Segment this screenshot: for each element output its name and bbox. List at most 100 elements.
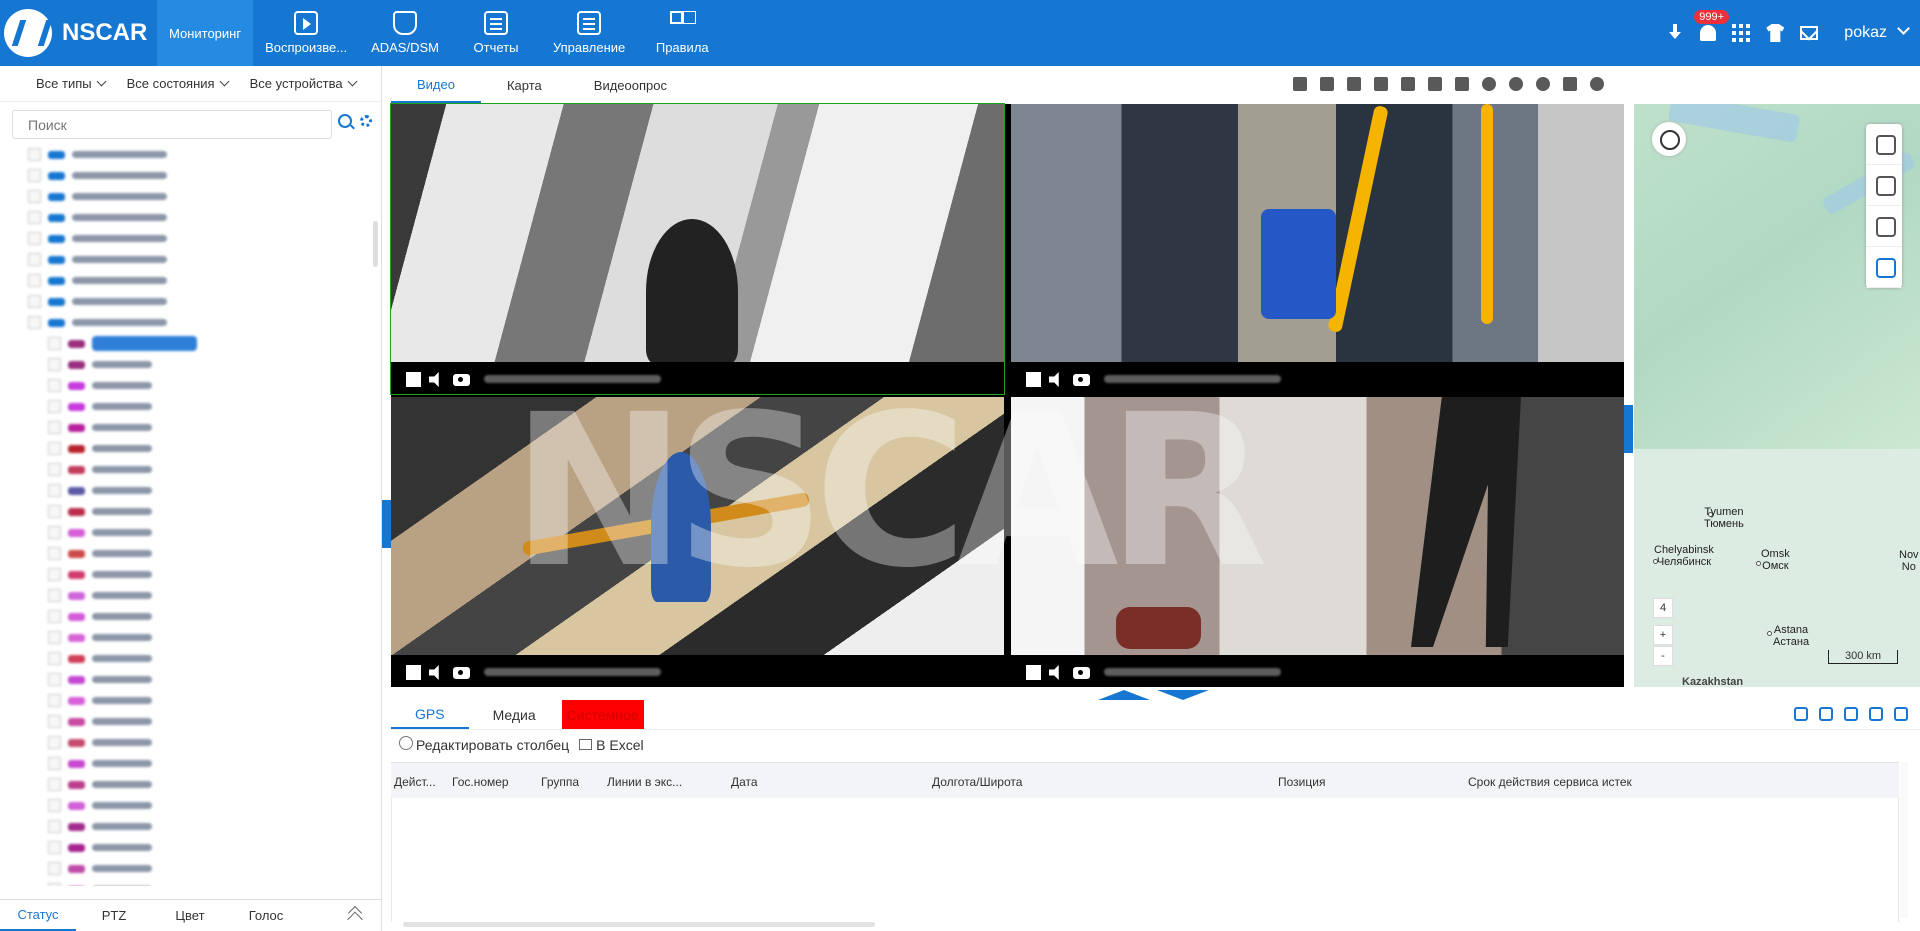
layout-16-icon[interactable]: [1428, 77, 1442, 91]
tree-group-row[interactable]: [0, 165, 370, 186]
checkbox[interactable]: [48, 883, 61, 886]
checkbox[interactable]: [48, 526, 61, 539]
tab-media[interactable]: Медиа: [469, 700, 560, 729]
checkbox[interactable]: [48, 505, 61, 518]
layout-6-icon[interactable]: [1347, 77, 1361, 91]
column-position[interactable]: Позиция: [1278, 775, 1325, 789]
checkbox[interactable]: [48, 673, 61, 686]
stop-icon[interactable]: [406, 372, 421, 387]
download-icon[interactable]: [1666, 24, 1684, 42]
tree-group-row[interactable]: [0, 144, 370, 165]
layout-4-icon[interactable]: [1320, 77, 1334, 91]
route-action-icon[interactable]: [1844, 707, 1858, 721]
device-filter[interactable]: Все устройства: [250, 76, 358, 91]
left-panel-collapse-handle[interactable]: [382, 500, 391, 548]
checkbox[interactable]: [28, 169, 41, 182]
tree-vehicle-row[interactable]: [0, 711, 370, 732]
tree-vehicle-row[interactable]: [0, 417, 370, 438]
3d-map-tool-icon[interactable]: [1866, 206, 1902, 247]
nav-monitoring[interactable]: Мониторинг: [157, 0, 1817, 130]
settings-action-icon[interactable]: [1869, 707, 1883, 721]
checkbox[interactable]: [28, 253, 41, 266]
apps-grid-icon[interactable]: [1732, 24, 1751, 42]
vehicle-tree[interactable]: [0, 144, 370, 886]
stream-icon[interactable]: [1482, 77, 1496, 91]
column-date[interactable]: Дата: [731, 775, 758, 789]
map-zoom-out-button[interactable]: -: [1653, 646, 1673, 666]
checkbox[interactable]: [48, 484, 61, 497]
checkbox[interactable]: [28, 295, 41, 308]
tree-vehicle-row[interactable]: [0, 774, 370, 795]
tree-vehicle-row[interactable]: [0, 879, 370, 886]
tree-scrollbar[interactable]: [373, 221, 378, 267]
tree-vehicle-row[interactable]: [0, 648, 370, 669]
checkbox[interactable]: [28, 190, 41, 203]
tree-vehicle-row[interactable]: [0, 501, 370, 522]
stop-icon[interactable]: [406, 665, 421, 680]
fullscreen-icon[interactable]: [1563, 77, 1577, 91]
tree-vehicle-row[interactable]: [0, 606, 370, 627]
notification-bell-icon[interactable]: 999+: [1694, 10, 1730, 41]
tree-vehicle-row[interactable]: [0, 438, 370, 459]
tab-video[interactable]: Видео: [391, 68, 481, 103]
tab-voice[interactable]: Голос: [228, 900, 304, 931]
video-tile-4[interactable]: [1011, 397, 1624, 687]
column-lines-in-service[interactable]: Линии в экс...: [607, 775, 682, 789]
gps-table-body[interactable]: [391, 798, 1899, 922]
collapse-up-icon[interactable]: [347, 905, 363, 921]
checkbox[interactable]: [48, 463, 61, 476]
tree-vehicle-row[interactable]: [0, 732, 370, 753]
checkbox[interactable]: [48, 820, 61, 833]
checkbox[interactable]: [48, 778, 61, 791]
checkbox[interactable]: [28, 232, 41, 245]
tree-group-row[interactable]: [0, 249, 370, 270]
layout-8-icon[interactable]: [1374, 77, 1388, 91]
tree-vehicle-row[interactable]: [0, 690, 370, 711]
mute-icon[interactable]: [429, 372, 439, 387]
tree-vehicle-row[interactable]: [0, 585, 370, 606]
tab-ptz[interactable]: PTZ: [76, 900, 152, 931]
tree-group-row[interactable]: [0, 207, 370, 228]
checkbox[interactable]: [48, 547, 61, 560]
stop-icon[interactable]: [1026, 372, 1041, 387]
edit-columns-button[interactable]: Редактировать столбец: [399, 736, 569, 753]
map-search-button[interactable]: [1652, 122, 1686, 156]
checkbox[interactable]: [48, 379, 61, 392]
user-menu[interactable]: pokaz: [1844, 22, 1910, 42]
tree-group-row[interactable]: [0, 291, 370, 312]
tree-vehicle-row[interactable]: [0, 375, 370, 396]
tree-vehicle-row[interactable]: [0, 627, 370, 648]
column-service-expired[interactable]: Срок действия сервиса истек: [1468, 775, 1632, 789]
tree-vehicle-row[interactable]: [0, 858, 370, 879]
tree-vehicle-row[interactable]: [0, 564, 370, 585]
snapshot-camera-icon[interactable]: [453, 374, 470, 386]
checkbox[interactable]: [48, 757, 61, 770]
app-logo[interactable]: NSCAR: [4, 5, 147, 61]
vertical-scrollbar[interactable]: [1900, 762, 1908, 918]
settings-gear-icon[interactable]: [360, 115, 372, 127]
vehicle-map-tool-icon[interactable]: [1866, 124, 1902, 165]
column-plate-number[interactable]: Гос.номер: [452, 775, 509, 789]
tab-gps[interactable]: GPS: [391, 700, 469, 729]
nav-playback[interactable]: Воспроизве...: [253, 0, 359, 66]
nav-reports[interactable]: Отчеты: [451, 0, 541, 66]
checkbox[interactable]: [28, 148, 41, 161]
tree-vehicle-row[interactable]: [0, 480, 370, 501]
tree-vehicle-row[interactable]: [0, 354, 370, 375]
tree-group-row[interactable]: [0, 186, 370, 207]
checkbox[interactable]: [48, 358, 61, 371]
tree-vehicle-row[interactable]: [0, 522, 370, 543]
export-excel-button[interactable]: В Excel: [579, 737, 644, 753]
map-panel-collapse-handle[interactable]: [1624, 405, 1633, 453]
tree-group-row[interactable]: [0, 312, 370, 333]
checkbox[interactable]: [48, 694, 61, 707]
tab-system[interactable]: Системное: [561, 700, 644, 729]
map-settings-tool-icon[interactable]: [1866, 247, 1902, 288]
video-tile-2[interactable]: [1011, 104, 1624, 394]
checkbox[interactable]: [48, 862, 61, 875]
column-longitude-latitude[interactable]: Долгота/Широта: [932, 775, 1022, 789]
satellite-map-tool-icon[interactable]: [1866, 165, 1902, 206]
checkbox[interactable]: [48, 421, 61, 434]
video-settings-icon[interactable]: [1590, 77, 1604, 91]
checkbox[interactable]: [48, 568, 61, 581]
